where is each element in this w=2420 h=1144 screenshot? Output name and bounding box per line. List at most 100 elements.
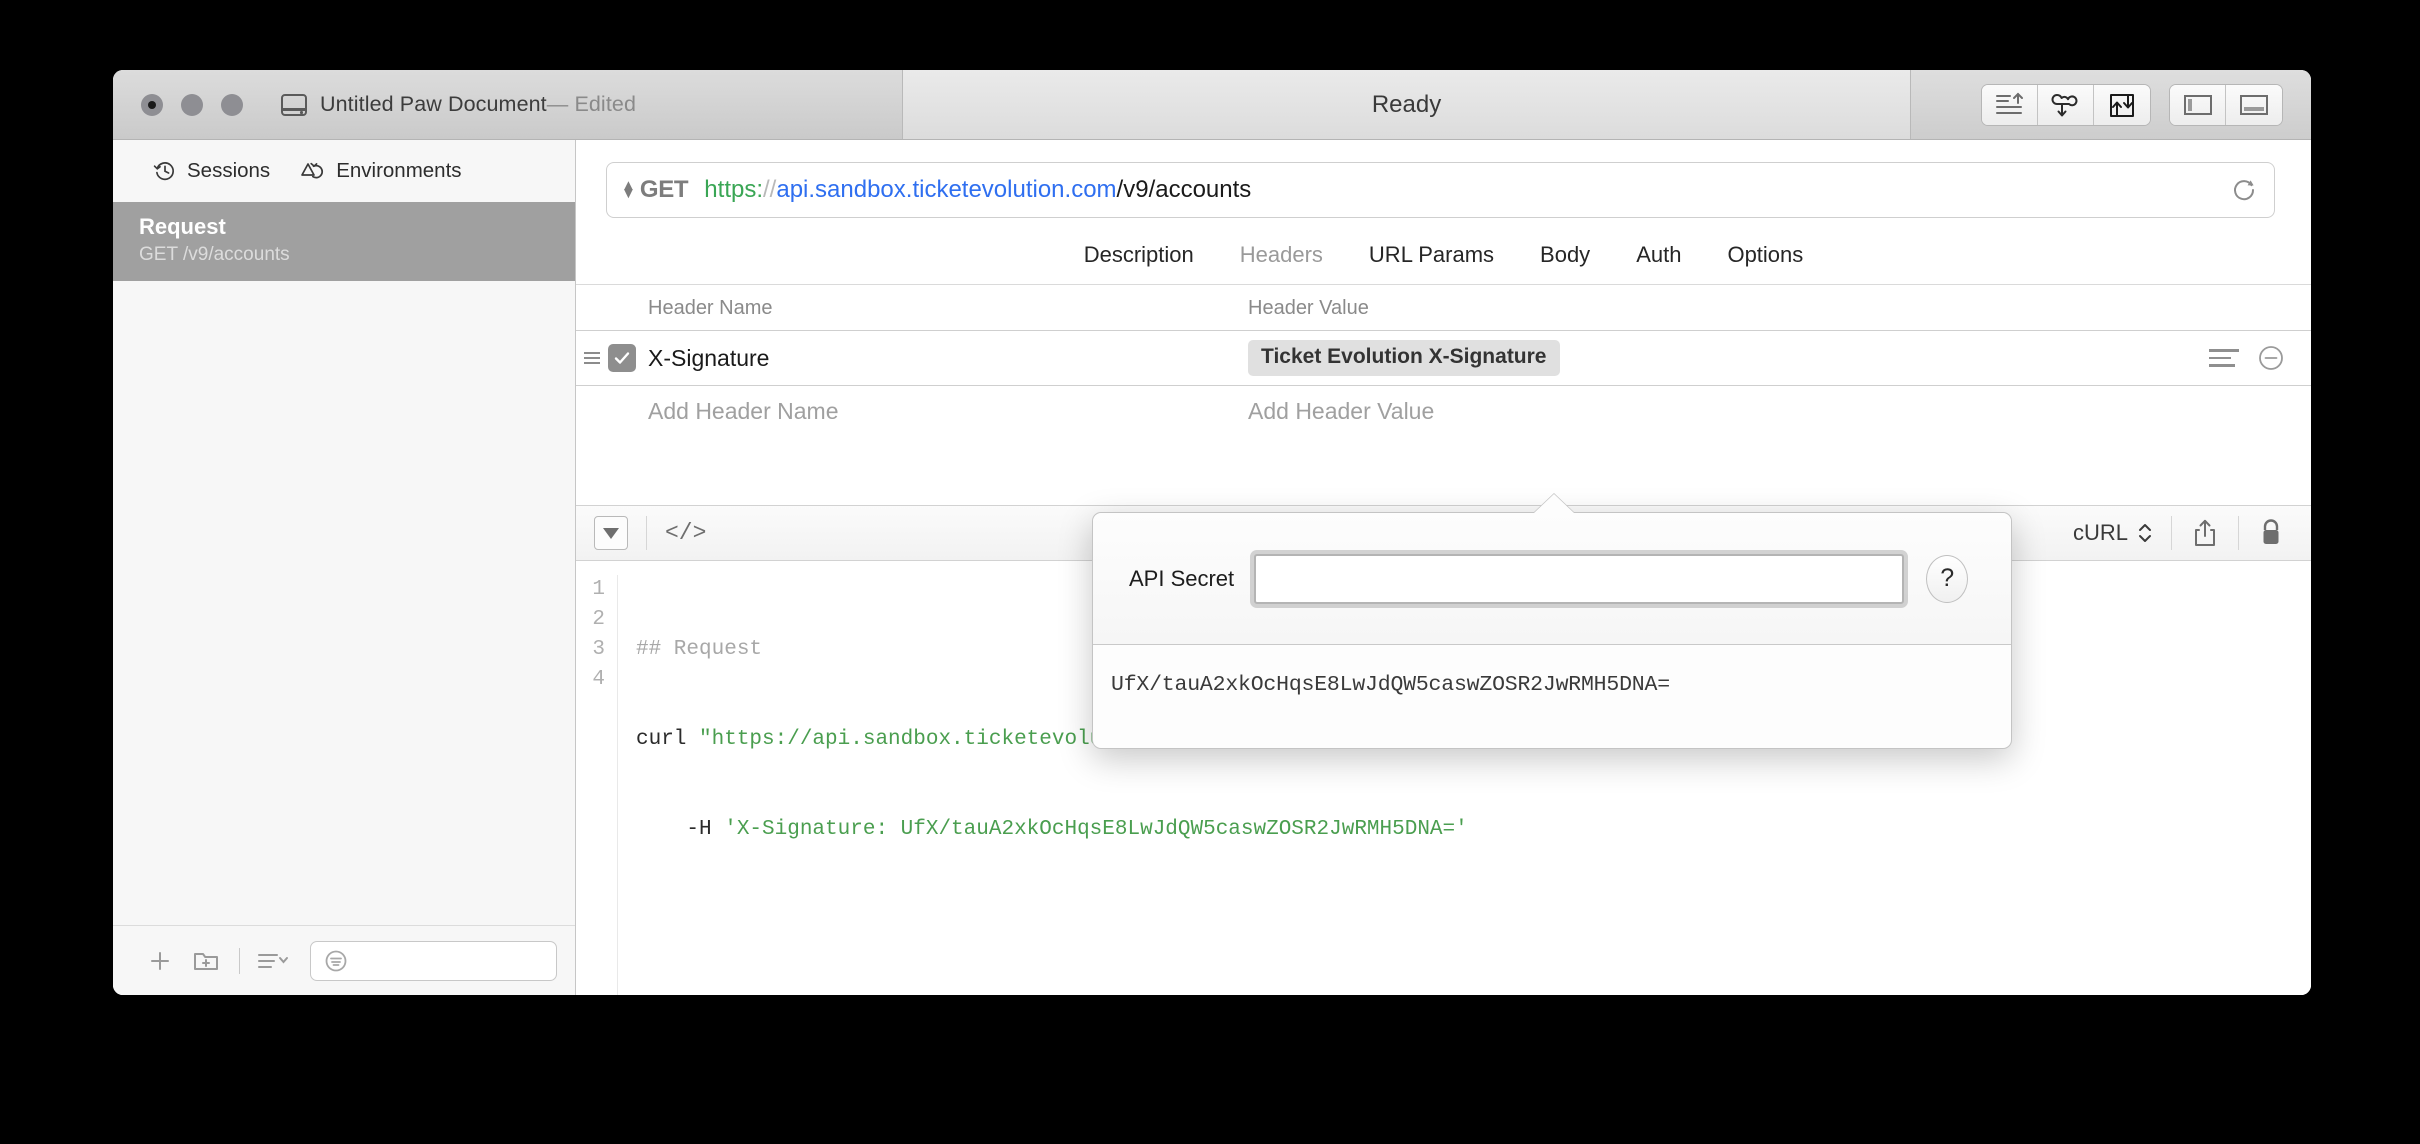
url-bar[interactable]: ▲▼ GET https://api.sandbox.ticketevoluti… — [606, 162, 2275, 218]
sidebar-tab-environments[interactable]: Environments — [300, 159, 461, 183]
zoom-button[interactable] — [221, 94, 243, 116]
sidebar-tab-environments-label: Environments — [336, 159, 461, 183]
cloud-down-arrow-icon — [2050, 91, 2082, 119]
computed-signature-value: UfX/tauA2xkOcHqsE8LwJdQW5caswZOSR2JwRMH5… — [1093, 645, 2011, 697]
help-button[interactable]: ? — [1926, 555, 1968, 603]
titlebar-center: Ready — [903, 70, 1911, 139]
box-up-down-arrow-icon — [2107, 90, 2137, 120]
panel-toggle-group — [2169, 84, 2283, 126]
add-request-button[interactable] — [137, 938, 183, 984]
row-actions — [2209, 344, 2311, 372]
drag-handle-icon[interactable] — [584, 352, 600, 365]
chevron-up-down-icon — [2137, 521, 2153, 545]
sort-list-button[interactable] — [250, 938, 296, 984]
url-path: /v9/accounts — [1117, 176, 1252, 203]
column-header-value: Header Value — [1216, 297, 2311, 320]
sidebar-item-title: Request — [139, 212, 575, 242]
code-generator-button[interactable] — [2038, 85, 2094, 125]
sidebar-tab-sessions-label: Sessions — [187, 159, 270, 183]
traffic-lights — [141, 94, 243, 116]
code-toolbar-divider-2 — [2171, 516, 2172, 550]
titlebar-right — [1911, 70, 2311, 139]
left-panel-icon — [2183, 93, 2213, 117]
new-folder-button[interactable] — [183, 938, 229, 984]
code-line: -H 'X-Signature: UfX/tauA2xkOcHqsE8LwJdQ… — [636, 815, 1468, 845]
line-number: 4 — [576, 665, 605, 695]
reload-icon — [2230, 176, 2258, 204]
sidebar-item-request[interactable]: Request GET /v9/accounts — [113, 202, 575, 281]
status-label: Ready — [1372, 91, 1441, 119]
tab-body[interactable]: Body — [1540, 242, 1590, 268]
code-toolbar-divider — [646, 516, 647, 550]
dynamic-value-token[interactable]: Ticket Evolution X-Signature — [1248, 340, 1560, 376]
http-method-label[interactable]: GET — [640, 176, 688, 204]
api-secret-popover: API Secret ? UfX/tauA2xkOcHqsE8LwJdQW5ca… — [1092, 512, 2012, 749]
row-options-icon[interactable] — [2209, 349, 2239, 366]
reload-button[interactable] — [2222, 168, 2266, 212]
header-value-cell[interactable]: Ticket Evolution X-Signature — [1216, 340, 2209, 376]
tab-description[interactable]: Description — [1084, 242, 1194, 268]
line-number: 3 — [576, 635, 605, 665]
code-format-select[interactable]: cURL — [2073, 520, 2153, 546]
code-gutter: 1 2 3 4 — [576, 575, 618, 995]
add-header-name-input[interactable]: Add Header Name — [576, 398, 1216, 425]
code-token: 'X-Signature: UfX/tauA2xkOcHqsE8LwJdQW5c… — [724, 818, 1468, 841]
tab-options[interactable]: Options — [1727, 242, 1803, 268]
code-format-label: cURL — [2073, 520, 2128, 546]
sidebar-tab-sessions[interactable]: Sessions — [153, 159, 270, 183]
sync-button[interactable] — [2094, 85, 2150, 125]
url-host: api.sandbox.ticketevolution.com — [776, 176, 1116, 203]
sort-list-icon — [256, 949, 290, 973]
header-name-cell[interactable]: X-Signature — [648, 345, 1216, 372]
sidebar: Sessions Environments — [113, 140, 576, 995]
request-tabs: Description Headers URL Params Body Auth… — [576, 242, 2311, 285]
code-line — [636, 905, 1468, 935]
table-row[interactable]: X-Signature Ticket Evolution X-Signature — [576, 330, 2311, 386]
share-button[interactable] — [2190, 517, 2220, 549]
api-secret-input[interactable] — [1254, 554, 1904, 604]
column-header-name: Header Name — [576, 297, 1216, 320]
sidebar-filter-input[interactable] — [310, 941, 557, 981]
history-clock-icon — [153, 159, 177, 183]
url-input[interactable]: https://api.sandbox.ticketevolution.com/… — [704, 176, 1251, 204]
sidebar-request-list: Request GET /v9/accounts — [113, 202, 575, 925]
add-header-row[interactable]: Add Header Name Add Header Value — [576, 386, 2311, 436]
tab-auth[interactable]: Auth — [1636, 242, 1681, 268]
lock-button[interactable] — [2257, 517, 2285, 549]
method-stepper-icon[interactable]: ▲▼ — [621, 182, 636, 199]
send-request-button[interactable] — [1982, 85, 2038, 125]
filter-icon — [323, 948, 349, 974]
bottom-panel-icon — [2239, 93, 2269, 117]
api-secret-label: API Secret — [1129, 566, 1234, 592]
sidebar-tabs: Sessions Environments — [113, 140, 575, 202]
collapse-panel-button[interactable] — [594, 516, 628, 550]
toolbar-action-group — [1981, 84, 2151, 126]
titlebar-left: Untitled Paw Document— Edited — [113, 70, 903, 139]
tab-url-params[interactable]: URL Params — [1369, 242, 1494, 268]
sidebar-bottom-toolbar — [113, 925, 575, 995]
row-enabled-checkbox[interactable] — [608, 344, 636, 372]
add-header-value-input[interactable]: Add Header Value — [1216, 398, 2311, 425]
line-number: 2 — [576, 605, 605, 635]
minimize-button[interactable] — [181, 94, 203, 116]
code-icon[interactable]: </> — [665, 520, 706, 546]
toggle-sidebar-button[interactable] — [2170, 85, 2226, 125]
document-icon — [281, 94, 307, 116]
popover-header: API Secret ? — [1093, 513, 2011, 645]
triangle-down-icon — [603, 528, 619, 539]
line-number: 1 — [576, 575, 605, 605]
toolbar-divider — [239, 948, 240, 974]
toggle-bottom-panel-button[interactable] — [2226, 85, 2282, 125]
tab-headers[interactable]: Headers — [1240, 242, 1323, 268]
headers-empty-area — [576, 436, 2311, 505]
remove-row-icon[interactable] — [2257, 344, 2285, 372]
headers-table-head: Header Name Header Value — [576, 285, 2311, 330]
popover-arrow — [1534, 494, 1574, 513]
row-controls — [576, 344, 648, 372]
code-token: curl — [636, 728, 699, 751]
folder-plus-icon — [191, 948, 221, 974]
sidebar-item-subtitle: GET /v9/accounts — [139, 242, 575, 268]
environments-icon — [300, 159, 326, 183]
code-toolbar-right: cURL — [2073, 516, 2285, 550]
close-button[interactable] — [141, 94, 163, 116]
